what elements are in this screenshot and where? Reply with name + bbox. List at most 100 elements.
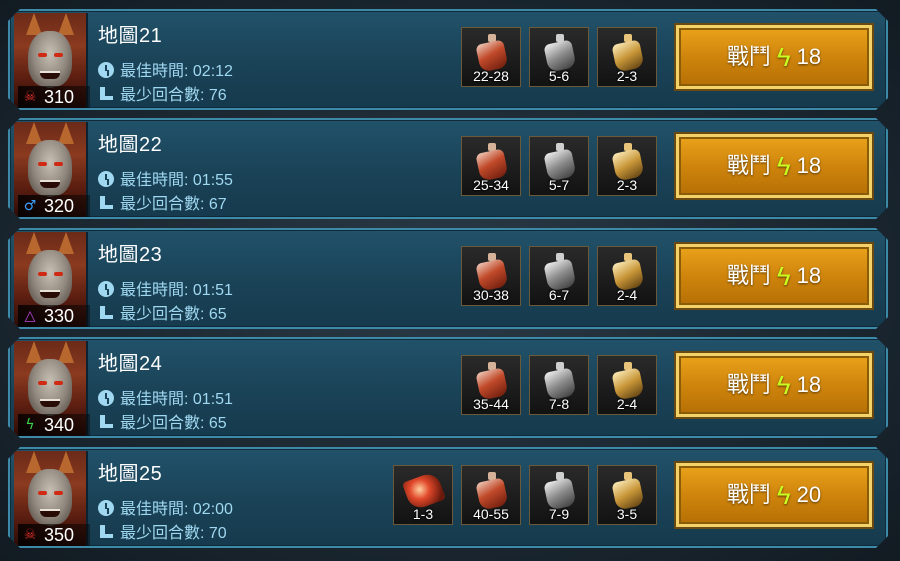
silver-potion-icon[interactable]: 7-8 [529,355,589,415]
boss-mouth [40,180,60,188]
reward-range: 5-7 [548,177,570,193]
stage-title: 地圖22 [98,134,163,156]
stage-row[interactable]: ☠ 310 地圖21 最佳時間: 02:12 最少回合數: 76 22-28 5-6 2-3 戰… [8,9,888,110]
horn-shape [26,13,42,35]
flask-shape [614,34,642,70]
gold-potion-icon[interactable]: 2-4 [597,246,657,306]
boss-portrait: ☠ 350 [14,451,88,546]
boot-icon [98,305,114,321]
best-time-label: 最佳時間: [120,172,189,189]
battle-label: 戰鬥 [726,482,771,507]
stage-row[interactable]: ☠ 350 地圖25 最佳時間: 02:00 最少回合數: 70 1-3 40-55 7-9 3… [8,447,888,548]
best-time-value: 01:51 [192,282,233,299]
red-potion-icon[interactable]: 30-38 [461,246,521,306]
battle-label: 戰鬥 [726,153,771,178]
stage-row[interactable]: ♂ 320 地圖22 最佳時間: 01:55 最少回合數: 67 25-34 5-7 2-3 戰… [8,118,888,219]
reward-range: 5-6 [548,68,570,84]
battle-button[interactable]: 戰鬥 ϟ 18 [676,353,872,417]
level-badge: ♂ 320 [18,195,90,217]
min-turns-value: 70 [208,525,227,542]
horn-shape [26,451,42,473]
reward-range: 25-34 [473,177,509,193]
silver-potion-icon[interactable]: 6-7 [529,246,589,306]
flask-shape [478,362,506,398]
gold-potion-icon[interactable]: 2-3 [597,136,657,196]
boss-eye [54,491,63,495]
battle-button[interactable]: 戰鬥 ϟ 18 [676,134,872,198]
best-time: 最佳時間: 02:00 [98,495,233,519]
gold-potion-icon[interactable]: 3-5 [597,465,657,525]
flask-shape [546,362,574,398]
min-turns: 最少回合數: 76 [98,81,227,105]
flask-shape [614,362,642,398]
gold-potion-icon[interactable]: 2-4 [597,355,657,415]
battle-button[interactable]: 戰鬥 ϟ 20 [676,463,872,527]
horn-shape [26,341,42,363]
best-time: 最佳時間: 01:51 [98,276,233,300]
boss-eye [54,272,63,276]
boss-eye [38,272,47,276]
level-badge: ☠ 350 [18,524,90,546]
best-time-label: 最佳時間: [120,391,189,408]
reward-range: 2-3 [616,177,638,193]
min-turns: 最少回合數: 65 [98,300,227,324]
flask-shape [546,472,574,508]
void-affinity-icon: △ [24,308,36,324]
red-potion-icon[interactable]: 22-28 [461,27,521,87]
horn-shape [26,232,42,254]
boss-eye [54,381,63,385]
magic-affinity-icon: ♂ [23,198,37,214]
reward-range: 2-4 [616,396,638,412]
boss-portrait: ♂ 320 [14,122,88,217]
stage-title: 地圖24 [98,353,163,375]
flask-shape [614,253,642,289]
boss-eye [38,491,47,495]
battle-label: 戰鬥 [726,263,771,288]
flask-shape [406,476,442,506]
battle-label: 戰鬥 [726,44,771,69]
energy-bolt-icon: ϟ [776,480,791,510]
reward-range: 35-44 [473,396,509,412]
stage-row[interactable]: ϟ 340 地圖24 最佳時間: 01:51 最少回合數: 65 35-44 7-8 2-4 戰… [8,337,888,438]
stage-title: 地圖25 [98,463,163,485]
best-time-value: 02:12 [192,63,233,80]
spirit-affinity-icon: ϟ [25,417,35,433]
min-turns-value: 76 [208,87,227,104]
gold-potion-icon[interactable]: 2-3 [597,27,657,87]
battle-button[interactable]: 戰鬥 ϟ 18 [676,244,872,308]
silver-potion-icon[interactable]: 5-7 [529,136,589,196]
reward-range: 30-38 [473,287,509,303]
min-turns-label: 最少回合數: [120,525,205,542]
energy-cost: 20 [796,482,822,507]
level-badge: ϟ 340 [18,414,90,436]
fire-shard-icon[interactable]: 1-3 [393,465,453,525]
red-potion-icon[interactable]: 35-44 [461,355,521,415]
energy-cost: 18 [796,44,822,69]
level-number: 330 [44,306,75,326]
energy-bolt-icon: ϟ [776,42,791,72]
energy-cost: 18 [796,372,822,397]
reward-range: 2-4 [616,287,638,303]
flask-shape [478,253,506,289]
horn-shape [58,341,74,363]
boss-mouth [40,509,60,517]
boss-eye [54,162,63,166]
red-potion-icon[interactable]: 40-55 [461,465,521,525]
horn-shape [58,13,74,35]
min-turns-label: 最少回合數: [120,306,205,323]
stage-row[interactable]: △ 330 地圖23 最佳時間: 01:51 最少回合數: 65 30-38 6-7 2-4 戰… [8,228,888,329]
best-time-value: 01:55 [192,172,233,189]
level-badge: △ 330 [18,305,90,327]
reward-range: 6-7 [548,287,570,303]
flask-shape [478,472,506,508]
reward-range: 3-5 [616,506,638,522]
battle-button[interactable]: 戰鬥 ϟ 18 [676,25,872,89]
flask-shape [546,34,574,70]
flask-shape [478,143,506,179]
energy-bolt-icon: ϟ [776,151,791,181]
silver-potion-icon[interactable]: 7-9 [529,465,589,525]
red-potion-icon[interactable]: 25-34 [461,136,521,196]
flask-shape [546,143,574,179]
silver-potion-icon[interactable]: 5-6 [529,27,589,87]
boss-eye [38,162,47,166]
